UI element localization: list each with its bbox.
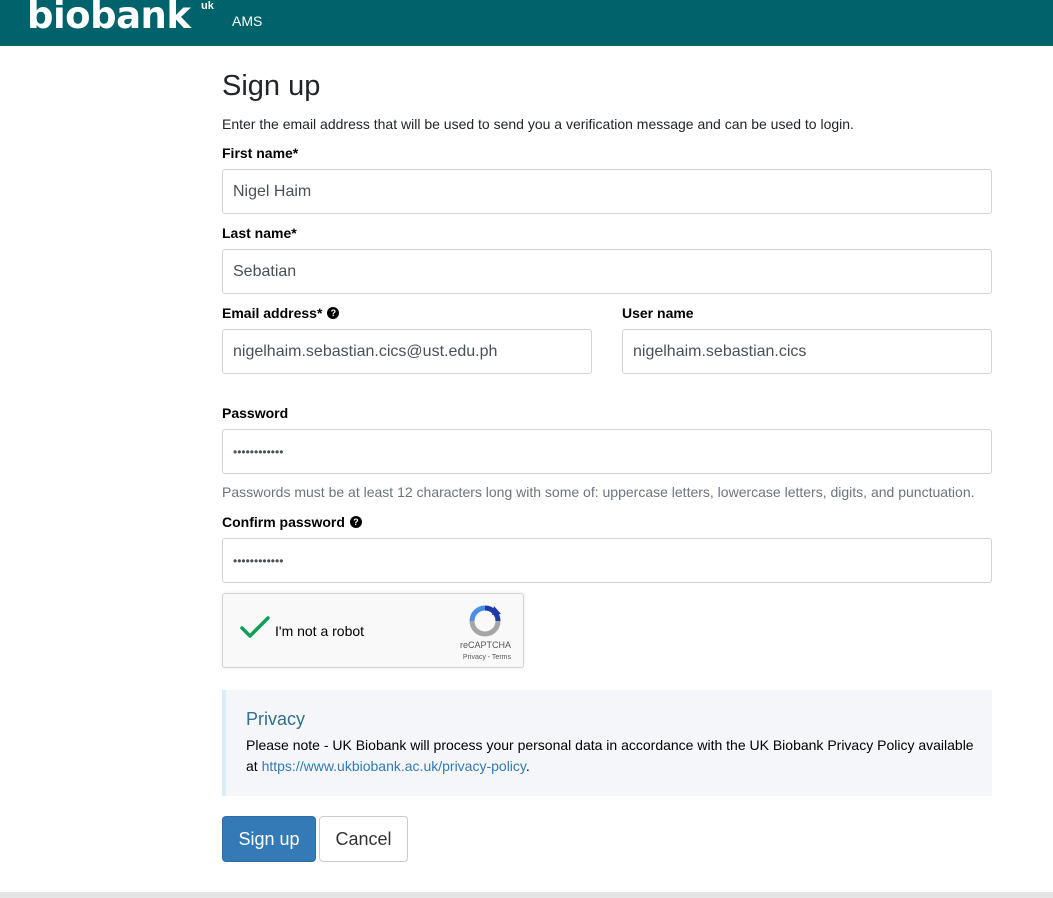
- password-hint: Passwords must be at least 12 characters…: [222, 484, 975, 500]
- username-field[interactable]: [622, 329, 992, 374]
- email-label: Email address* ?: [222, 305, 340, 321]
- intro-text: Enter the email address that will be use…: [222, 116, 854, 132]
- cancel-button[interactable]: Cancel: [319, 816, 408, 862]
- first-name-label-text: First name*: [222, 145, 299, 161]
- page-title: Sign up: [222, 70, 321, 102]
- first-name-field[interactable]: [222, 169, 992, 214]
- app-name-link[interactable]: AMS: [232, 13, 262, 29]
- privacy-title: Privacy: [246, 709, 306, 729]
- last-name-label-text: Last name*: [222, 225, 297, 241]
- last-name-label: Last name*: [222, 225, 297, 241]
- logo-uk-mark: uk: [201, 0, 214, 12]
- username-label-text: User name: [622, 305, 694, 321]
- privacy-policy-link[interactable]: https://www.ukbiobank.ac.uk/privacy-poli…: [262, 758, 526, 774]
- password-label: Password: [222, 405, 288, 421]
- first-name-label: First name*: [222, 145, 298, 161]
- recaptcha-links[interactable]: Privacy - Terms: [463, 654, 511, 661]
- email-field[interactable]: [222, 329, 592, 374]
- confirm-password-label-text: Confirm password: [222, 514, 345, 530]
- privacy-text: Please note - UK Biobank will process yo…: [246, 735, 976, 777]
- password-label-text: Password: [222, 405, 289, 421]
- username-label: User name: [622, 305, 694, 321]
- privacy-suffix: .: [525, 758, 530, 774]
- top-navbar: biobank uk AMS: [0, 0, 1053, 46]
- question-circle-icon[interactable]: ?: [327, 307, 340, 319]
- confirm-password-field[interactable]: [222, 538, 992, 583]
- last-name-field[interactable]: [222, 249, 992, 294]
- confirm-password-label: Confirm password ?: [222, 514, 362, 530]
- sign-up-button[interactable]: Sign up: [222, 816, 316, 862]
- recaptcha-logo-icon: [469, 605, 501, 637]
- checkmark-icon[interactable]: [239, 614, 271, 642]
- question-circle-icon[interactable]: ?: [349, 516, 362, 528]
- privacy-notice: Privacy Please note - UK Biobank will pr…: [222, 690, 992, 796]
- recaptcha-widget: I'm not a robot reCAPTCHA Privacy - Term…: [222, 593, 524, 668]
- biobank-logo[interactable]: biobank: [27, 0, 191, 38]
- email-label-text: Email address*: [222, 305, 323, 321]
- recaptcha-brand: reCAPTCHA: [459, 640, 511, 650]
- password-field[interactable]: [222, 429, 992, 474]
- page-bottom-border: [0, 892, 1053, 898]
- captcha-label: I'm not a robot: [275, 623, 365, 639]
